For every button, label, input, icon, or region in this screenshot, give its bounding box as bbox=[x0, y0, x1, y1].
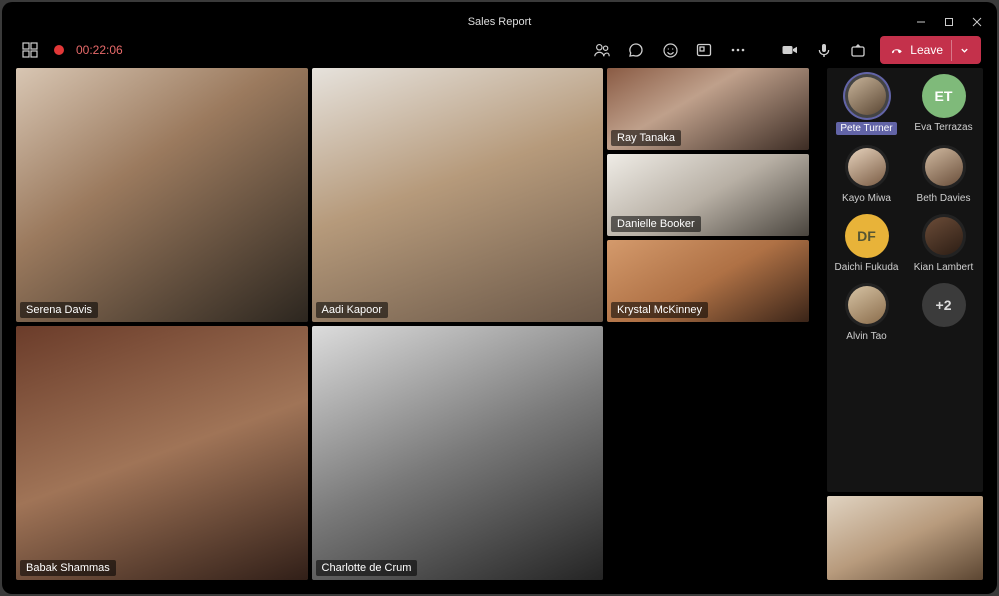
video-stack: Ray Tanaka Danielle Booker Krystal McKin… bbox=[607, 68, 809, 580]
roster-overflow[interactable]: +2 bbox=[908, 283, 979, 342]
video-tile[interactable]: Charlotte de Crum bbox=[312, 326, 604, 580]
participant-name: Charlotte de Crum bbox=[316, 560, 418, 576]
device-frame: Sales Report 00:22:06 bbox=[2, 2, 997, 594]
roster-sidebar: Pete Turner ET Eva Terrazas Kayo Miwa bbox=[827, 68, 983, 580]
video-grid: Serena Davis Aadi Kapoor Ray Tanaka Dani… bbox=[16, 68, 823, 580]
hangup-icon bbox=[890, 43, 904, 57]
avatar-initials: DF bbox=[857, 228, 876, 244]
avatar bbox=[845, 74, 889, 118]
participant-name: Krystal McKinney bbox=[611, 302, 708, 318]
participant-name: Aadi Kapoor bbox=[316, 302, 389, 318]
chat-button[interactable] bbox=[624, 38, 648, 62]
share-button[interactable] bbox=[846, 38, 870, 62]
roster-item[interactable]: Pete Turner bbox=[831, 74, 902, 135]
roster-grid: Pete Turner ET Eva Terrazas Kayo Miwa bbox=[831, 74, 979, 342]
roster-item[interactable]: ET Eva Terrazas bbox=[908, 74, 979, 135]
roster-item[interactable]: DF Daichi Fukuda bbox=[831, 214, 902, 273]
meeting-content: Serena Davis Aadi Kapoor Ray Tanaka Dani… bbox=[16, 68, 983, 580]
leave-label: Leave bbox=[910, 43, 943, 57]
video-tile[interactable]: Danielle Booker bbox=[607, 154, 809, 236]
video-feed bbox=[16, 326, 308, 580]
avatar-image bbox=[848, 286, 886, 324]
window-controls bbox=[915, 16, 983, 28]
participant-name: Serena Davis bbox=[20, 302, 98, 318]
meeting-toolbar: 00:22:06 bbox=[16, 32, 983, 68]
roster-item[interactable]: Kian Lambert bbox=[908, 214, 979, 273]
roster-item[interactable]: Kayo Miwa bbox=[831, 145, 902, 204]
roster-name: Alvin Tao bbox=[846, 331, 886, 342]
self-video-tile[interactable] bbox=[827, 496, 983, 580]
participant-name: Babak Shammas bbox=[20, 560, 116, 576]
video-tile[interactable]: Serena Davis bbox=[16, 68, 308, 322]
window-title: Sales Report bbox=[468, 16, 532, 28]
avatar: ET bbox=[922, 74, 966, 118]
video-feed bbox=[312, 68, 604, 322]
avatar-image bbox=[925, 217, 963, 255]
camera-button[interactable] bbox=[778, 38, 802, 62]
avatar-image bbox=[848, 148, 886, 186]
leave-button[interactable]: Leave bbox=[880, 36, 981, 64]
participants-button[interactable] bbox=[590, 38, 614, 62]
participant-name: Danielle Booker bbox=[611, 216, 701, 232]
roster-name: Kian Lambert bbox=[914, 262, 973, 273]
microphone-button[interactable] bbox=[812, 38, 836, 62]
minimize-button[interactable] bbox=[915, 16, 927, 28]
title-bar: Sales Report bbox=[16, 12, 983, 32]
video-feed bbox=[16, 68, 308, 322]
video-feed bbox=[827, 496, 983, 580]
rooms-button[interactable] bbox=[692, 38, 716, 62]
avatar: +2 bbox=[922, 283, 966, 327]
avatar-initials: ET bbox=[935, 88, 953, 104]
recording-indicator-icon bbox=[54, 45, 64, 55]
video-tile[interactable]: Aadi Kapoor bbox=[312, 68, 604, 322]
close-button[interactable] bbox=[971, 16, 983, 28]
avatar bbox=[845, 145, 889, 189]
layout-gallery-button[interactable] bbox=[18, 38, 42, 62]
avatar-image bbox=[925, 148, 963, 186]
avatar bbox=[845, 283, 889, 327]
call-timer: 00:22:06 bbox=[76, 43, 123, 57]
participant-name: Ray Tanaka bbox=[611, 130, 681, 146]
roster-name: Kayo Miwa bbox=[842, 193, 891, 204]
maximize-button[interactable] bbox=[943, 16, 955, 28]
video-tile[interactable]: Ray Tanaka bbox=[607, 68, 809, 150]
avatar: DF bbox=[845, 214, 889, 258]
more-options-button[interactable] bbox=[726, 38, 750, 62]
roster-panel: Pete Turner ET Eva Terrazas Kayo Miwa bbox=[827, 68, 983, 492]
avatar-image bbox=[848, 77, 886, 115]
roster-name: Eva Terrazas bbox=[914, 122, 972, 133]
video-feed bbox=[312, 326, 604, 580]
video-tile[interactable]: Krystal McKinney bbox=[607, 240, 809, 322]
roster-item[interactable]: Beth Davies bbox=[908, 145, 979, 204]
avatar bbox=[922, 214, 966, 258]
roster-item[interactable]: Alvin Tao bbox=[831, 283, 902, 342]
overflow-count: +2 bbox=[936, 297, 952, 313]
speaking-badge: Pete Turner bbox=[836, 122, 896, 135]
leave-menu-chevron[interactable] bbox=[951, 40, 977, 61]
reactions-button[interactable] bbox=[658, 38, 682, 62]
avatar bbox=[922, 145, 966, 189]
roster-name: Daichi Fukuda bbox=[835, 262, 899, 273]
video-tile[interactable]: Babak Shammas bbox=[16, 326, 308, 580]
roster-name: Beth Davies bbox=[917, 193, 971, 204]
